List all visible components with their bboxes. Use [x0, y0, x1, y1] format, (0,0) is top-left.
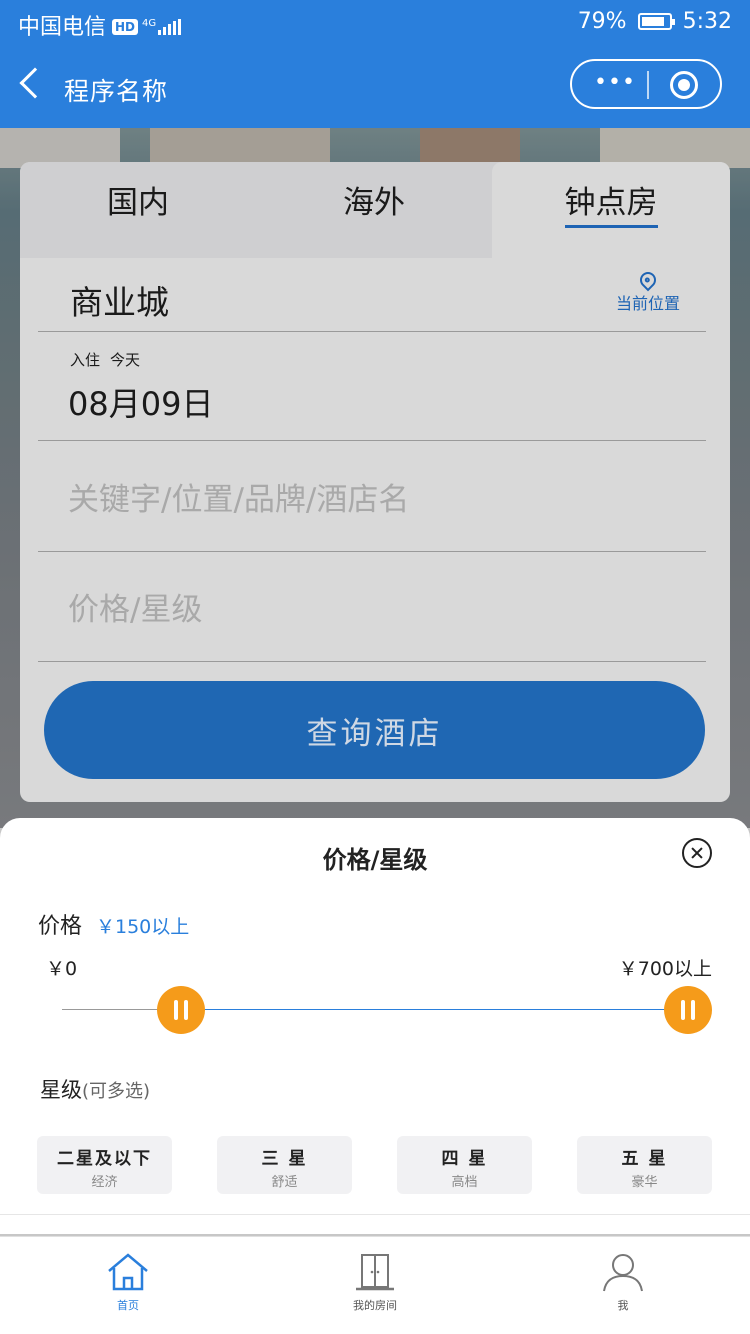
close-icon[interactable]	[682, 838, 712, 868]
star-option-label: 四 星	[441, 1149, 488, 1169]
star-label: 星级	[40, 1078, 82, 1102]
checkin-date-row[interactable]: 入住 今天 08月09日	[38, 333, 706, 441]
city-row[interactable]: 商业城 当前位置	[38, 258, 706, 332]
close-program-icon[interactable]	[670, 71, 698, 99]
price-slider-high-handle[interactable]	[664, 986, 712, 1034]
star-option-desc: 舒适	[271, 1175, 298, 1190]
tab-label: 海外	[343, 185, 405, 221]
star-option-label: 三 星	[261, 1149, 308, 1169]
region-tabs: 国内 海外 钟点房	[20, 162, 730, 258]
star-option-desc: 高档	[451, 1175, 478, 1190]
page-title: 程序名称	[64, 77, 169, 106]
checkin-date: 08月09日	[68, 385, 214, 423]
tabbar-my-room[interactable]: 我的房间	[315, 1251, 435, 1313]
clock: 5:32	[682, 9, 732, 34]
price-min-label: ￥0	[46, 958, 78, 980]
door-icon	[356, 1254, 394, 1291]
star-heading: 星级(可多选)	[40, 1074, 150, 1104]
city-name: 商业城	[70, 283, 169, 322]
bottom-tab-bar: 首页 我的房间 我	[0, 1236, 750, 1334]
star-option-label: 二星及以下	[57, 1149, 152, 1169]
back-icon[interactable]	[19, 67, 51, 99]
star-option-desc: 经济	[91, 1175, 118, 1190]
hd-badge: HD	[112, 19, 139, 35]
carrier-name: 中国电信	[18, 15, 107, 40]
price-slider-low-handle[interactable]	[156, 986, 205, 1034]
star-option-label: 五 星	[621, 1149, 668, 1169]
status-bar: 中国电信 HD 4G 79% 5:32	[0, 0, 750, 44]
checkin-label: 入住	[70, 351, 101, 369]
price-max-label: ￥700以上	[618, 958, 712, 980]
search-hotel-button[interactable]: 查询酒店	[44, 681, 705, 779]
price-slider-range	[180, 1009, 688, 1010]
sheet-title: 价格/星级	[322, 846, 428, 874]
tabbar-label: 首页	[117, 1299, 139, 1312]
star-option-desc: 豪华	[631, 1175, 658, 1190]
star-hint: (可多选)	[82, 1081, 151, 1102]
network-type: 4G	[142, 18, 157, 29]
price-star-sheet: 价格/星级 价格 ￥150以上 ￥0 ￥700以上 星级(可多选) 二星及以下 …	[0, 818, 750, 1234]
price-selected: ￥150以上	[96, 916, 190, 938]
star-option-three[interactable]: 三 星 舒适	[217, 1136, 352, 1194]
nav-bar: 程序名称 •••	[0, 44, 750, 128]
tabbar-me[interactable]: 我	[563, 1251, 683, 1313]
mini-program-capsule: •••	[570, 59, 722, 109]
tabbar-home[interactable]: 首页	[68, 1251, 188, 1313]
tabbar-label: 我	[617, 1299, 629, 1312]
carrier-info: 中国电信 HD 4G	[18, 9, 182, 41]
tab-label: 国内	[107, 185, 169, 221]
price-label: 价格	[38, 914, 83, 939]
star-option-five[interactable]: 五 星 豪华	[577, 1136, 712, 1194]
status-right: 79% 5:32	[578, 9, 732, 34]
search-card: 国内 海外 钟点房 商业城 当前位置 入住今天 08月09日 查询酒店	[20, 162, 730, 802]
battery-percent: 79%	[577, 9, 627, 34]
home-icon	[108, 1253, 148, 1291]
tab-overseas[interactable]: 海外	[256, 162, 492, 258]
keyword-input[interactable]	[68, 480, 668, 520]
signal-icon	[158, 19, 182, 35]
tab-domestic[interactable]: 国内	[20, 162, 256, 258]
price-star-row	[38, 552, 706, 662]
tab-hourly-room[interactable]: 钟点房	[492, 162, 730, 258]
location-pin-icon	[636, 268, 660, 292]
more-button[interactable]: •••	[594, 72, 636, 94]
battery-icon	[637, 13, 675, 30]
divider	[0, 1214, 750, 1215]
keyword-row	[38, 442, 706, 552]
checkin-day: 今天	[110, 351, 141, 369]
tab-label: 钟点房	[564, 185, 658, 228]
tabbar-label: 我的房间	[353, 1299, 397, 1312]
top-bar: 中国电信 HD 4G 79% 5:32 程序名称 •••	[0, 0, 750, 128]
locate-label: 当前位置	[615, 294, 680, 313]
star-option-four[interactable]: 四 星 高档	[397, 1136, 532, 1194]
locate-button[interactable]: 当前位置	[615, 268, 680, 314]
checkin-caption: 入住 今天	[70, 349, 150, 370]
star-option-two-below[interactable]: 二星及以下 经济	[37, 1136, 172, 1194]
price-star-input[interactable]	[68, 590, 668, 630]
capsule-divider	[647, 71, 649, 99]
user-icon	[603, 1254, 643, 1292]
